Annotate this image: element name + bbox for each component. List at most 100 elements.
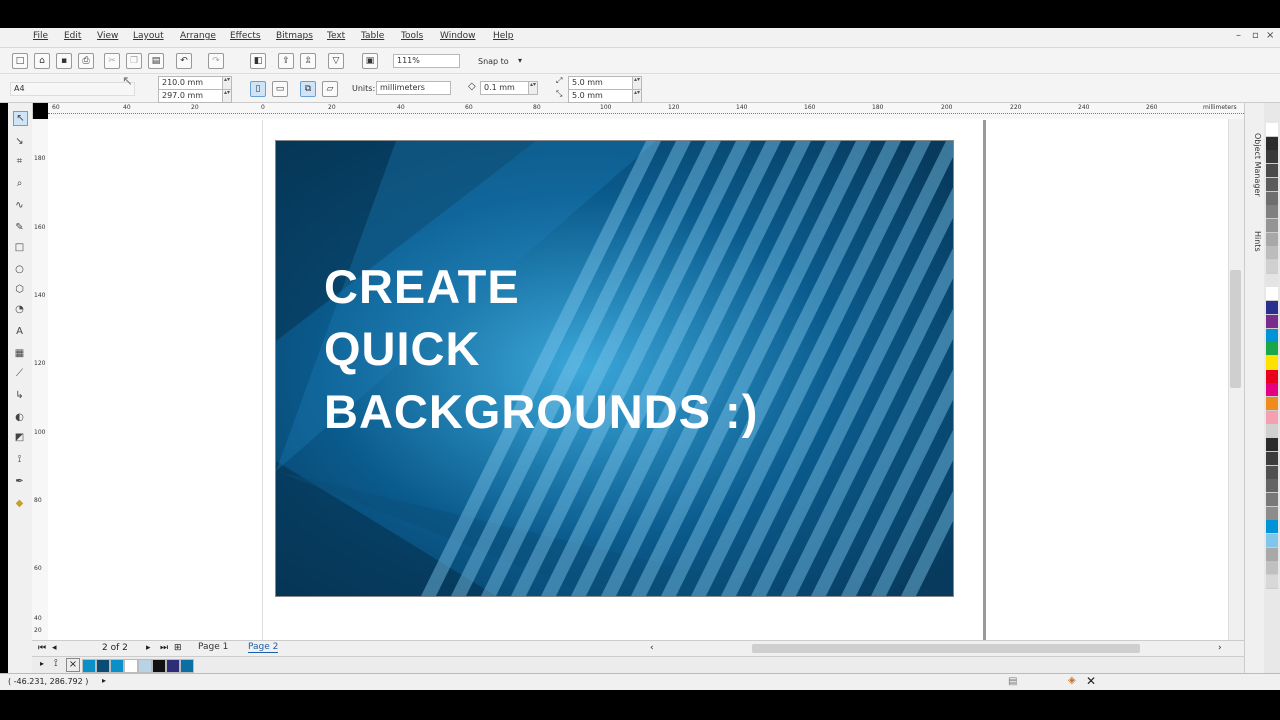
palette-swatch[interactable] xyxy=(1266,465,1278,480)
next-page-icon[interactable]: ▸ xyxy=(146,643,151,653)
palette-swatch[interactable] xyxy=(1266,314,1278,329)
palette-swatch[interactable] xyxy=(1266,438,1278,453)
chevron-down-icon[interactable]: ▾ xyxy=(518,56,522,65)
menu-tools[interactable]: Tools xyxy=(401,31,423,41)
document-swatch[interactable] xyxy=(138,659,152,673)
menu-bitmaps[interactable]: Bitmaps xyxy=(276,31,313,41)
palette-swatch[interactable] xyxy=(1266,383,1278,398)
export-icon[interactable]: ⇪ xyxy=(278,53,294,69)
polygon-tool-icon[interactable]: ⬡ xyxy=(13,283,26,296)
all-pages-icon[interactable]: ⧉ xyxy=(300,81,316,97)
document-swatch[interactable] xyxy=(82,659,96,673)
palette-swatch[interactable] xyxy=(1266,328,1278,343)
palette-swatch[interactable] xyxy=(1266,355,1278,370)
document-swatch[interactable] xyxy=(152,659,166,673)
print-icon[interactable]: ⎙ xyxy=(78,53,94,69)
launcher-icon[interactable]: ▽ xyxy=(328,53,344,69)
palette-swatch[interactable] xyxy=(1266,218,1278,233)
palette-swatch[interactable] xyxy=(1266,177,1278,192)
scroll-left-icon[interactable]: ‹ xyxy=(650,643,654,653)
palette-swatch[interactable] xyxy=(1266,520,1278,535)
document-swatch[interactable] xyxy=(166,659,180,673)
menu-help[interactable]: Help xyxy=(493,31,514,41)
docker-tab-hints[interactable]: Hints xyxy=(1248,231,1262,261)
open-icon[interactable]: ⌂ xyxy=(34,53,50,69)
smart-fill-icon[interactable]: ✎ xyxy=(13,221,26,234)
text-tool-icon[interactable]: A xyxy=(13,325,26,338)
shape-tool-icon[interactable]: ↘ xyxy=(13,135,26,148)
page-tab-1[interactable]: Page 1 xyxy=(198,642,228,652)
palette-swatch[interactable] xyxy=(1266,451,1278,466)
palette-arrow-icon[interactable]: ▸ xyxy=(40,659,44,668)
vertical-scroll-thumb[interactable] xyxy=(1230,270,1241,388)
nudge-distance-field[interactable]: 0.1 mm xyxy=(480,81,529,95)
fill-tool-icon[interactable]: ◆ xyxy=(13,497,26,510)
prev-page-icon[interactable]: ◂ xyxy=(52,643,57,653)
nudge-spinner[interactable]: ▴▾ xyxy=(528,81,538,95)
landscape-icon[interactable]: ▭ xyxy=(272,81,288,97)
outline-tool-icon[interactable]: ✒ xyxy=(13,475,26,488)
copy-icon[interactable]: ❐ xyxy=(126,53,142,69)
zoom-level-select[interactable]: 111% xyxy=(393,54,460,68)
palette-swatch[interactable] xyxy=(1266,287,1278,302)
current-page-icon[interactable]: ▱ xyxy=(322,81,338,97)
height-spinner[interactable]: ▴▾ xyxy=(222,89,232,103)
palette-swatch[interactable] xyxy=(1266,534,1278,548)
duplicate-y-field[interactable]: 5.0 mm xyxy=(568,89,633,103)
palette-swatch[interactable] xyxy=(1266,506,1278,521)
no-color-swatch[interactable]: × xyxy=(66,658,80,672)
palette-swatch[interactable] xyxy=(1266,575,1278,590)
zoom-tool-icon[interactable]: ⌕ xyxy=(13,177,26,190)
menu-edit[interactable]: Edit xyxy=(64,31,81,41)
first-page-icon[interactable]: ⏮ xyxy=(38,643,46,653)
add-page-icon[interactable]: ⊞ xyxy=(174,643,182,653)
palette-swatch[interactable] xyxy=(1266,342,1278,357)
palette-swatch[interactable] xyxy=(1266,246,1278,261)
dimension-tool-icon[interactable]: ⟋ xyxy=(13,367,26,380)
scroll-right-icon[interactable]: › xyxy=(1218,643,1222,653)
menu-table[interactable]: Table xyxy=(361,31,384,41)
document-swatch[interactable] xyxy=(124,659,138,673)
menu-file[interactable]: File xyxy=(33,31,48,41)
menu-arrange[interactable]: Arrange xyxy=(180,31,216,41)
palette-swatch[interactable] xyxy=(1266,410,1278,425)
publish-icon[interactable]: ⇫ xyxy=(300,53,316,69)
status-arrow-icon[interactable]: ▸ xyxy=(102,676,106,685)
palette-swatch[interactable] xyxy=(1266,301,1278,316)
palette-swatch[interactable] xyxy=(1266,150,1278,165)
palette-swatch[interactable] xyxy=(1266,164,1278,179)
width-spinner[interactable]: ▴▾ xyxy=(222,76,232,90)
basic-shapes-icon[interactable]: ◔ xyxy=(13,303,26,316)
palette-swatch[interactable] xyxy=(1266,547,1278,562)
last-page-icon[interactable]: ⏭ xyxy=(160,643,168,653)
minimize-icon[interactable]: – xyxy=(1236,30,1241,41)
dup-x-spinner[interactable]: ▴▾ xyxy=(632,76,642,90)
connector-tool-icon[interactable]: ↳ xyxy=(13,389,26,402)
duplicate-x-field[interactable]: 5.0 mm xyxy=(568,76,633,90)
menu-layout[interactable]: Layout xyxy=(133,31,164,41)
palette-swatch[interactable] xyxy=(1266,260,1278,274)
palette-swatch[interactable] xyxy=(1266,136,1278,151)
close-icon[interactable]: × xyxy=(1266,30,1274,41)
redo-icon[interactable]: ↷ xyxy=(208,53,224,69)
document-swatch[interactable] xyxy=(180,659,194,673)
palette-swatch[interactable] xyxy=(1266,492,1278,507)
pick-tool-icon[interactable]: ↖ xyxy=(13,111,28,126)
palette-swatch[interactable] xyxy=(1266,369,1278,384)
palette-swatch[interactable] xyxy=(1266,479,1278,494)
paste-icon[interactable]: ▤ xyxy=(148,53,164,69)
welcome-icon[interactable]: ▣ xyxy=(362,53,378,69)
cut-icon[interactable]: ✂ xyxy=(104,53,120,69)
palette-swatch[interactable] xyxy=(1266,397,1278,411)
import-icon[interactable]: ◧ xyxy=(250,53,266,69)
eyedropper-tool-icon[interactable]: ⟟ xyxy=(13,453,26,466)
freehand-tool-icon[interactable]: ∿ xyxy=(13,199,26,212)
menu-window[interactable]: Window xyxy=(440,31,476,41)
transparency-tool-icon[interactable]: ◩ xyxy=(13,431,26,444)
horizontal-scroll-thumb[interactable] xyxy=(752,644,1140,653)
document-swatch[interactable] xyxy=(110,659,124,673)
palette-swatch[interactable] xyxy=(1266,191,1278,206)
blend-tool-icon[interactable]: ◐ xyxy=(13,411,26,424)
dup-y-spinner[interactable]: ▴▾ xyxy=(632,89,642,103)
save-icon[interactable]: ▪ xyxy=(56,53,72,69)
